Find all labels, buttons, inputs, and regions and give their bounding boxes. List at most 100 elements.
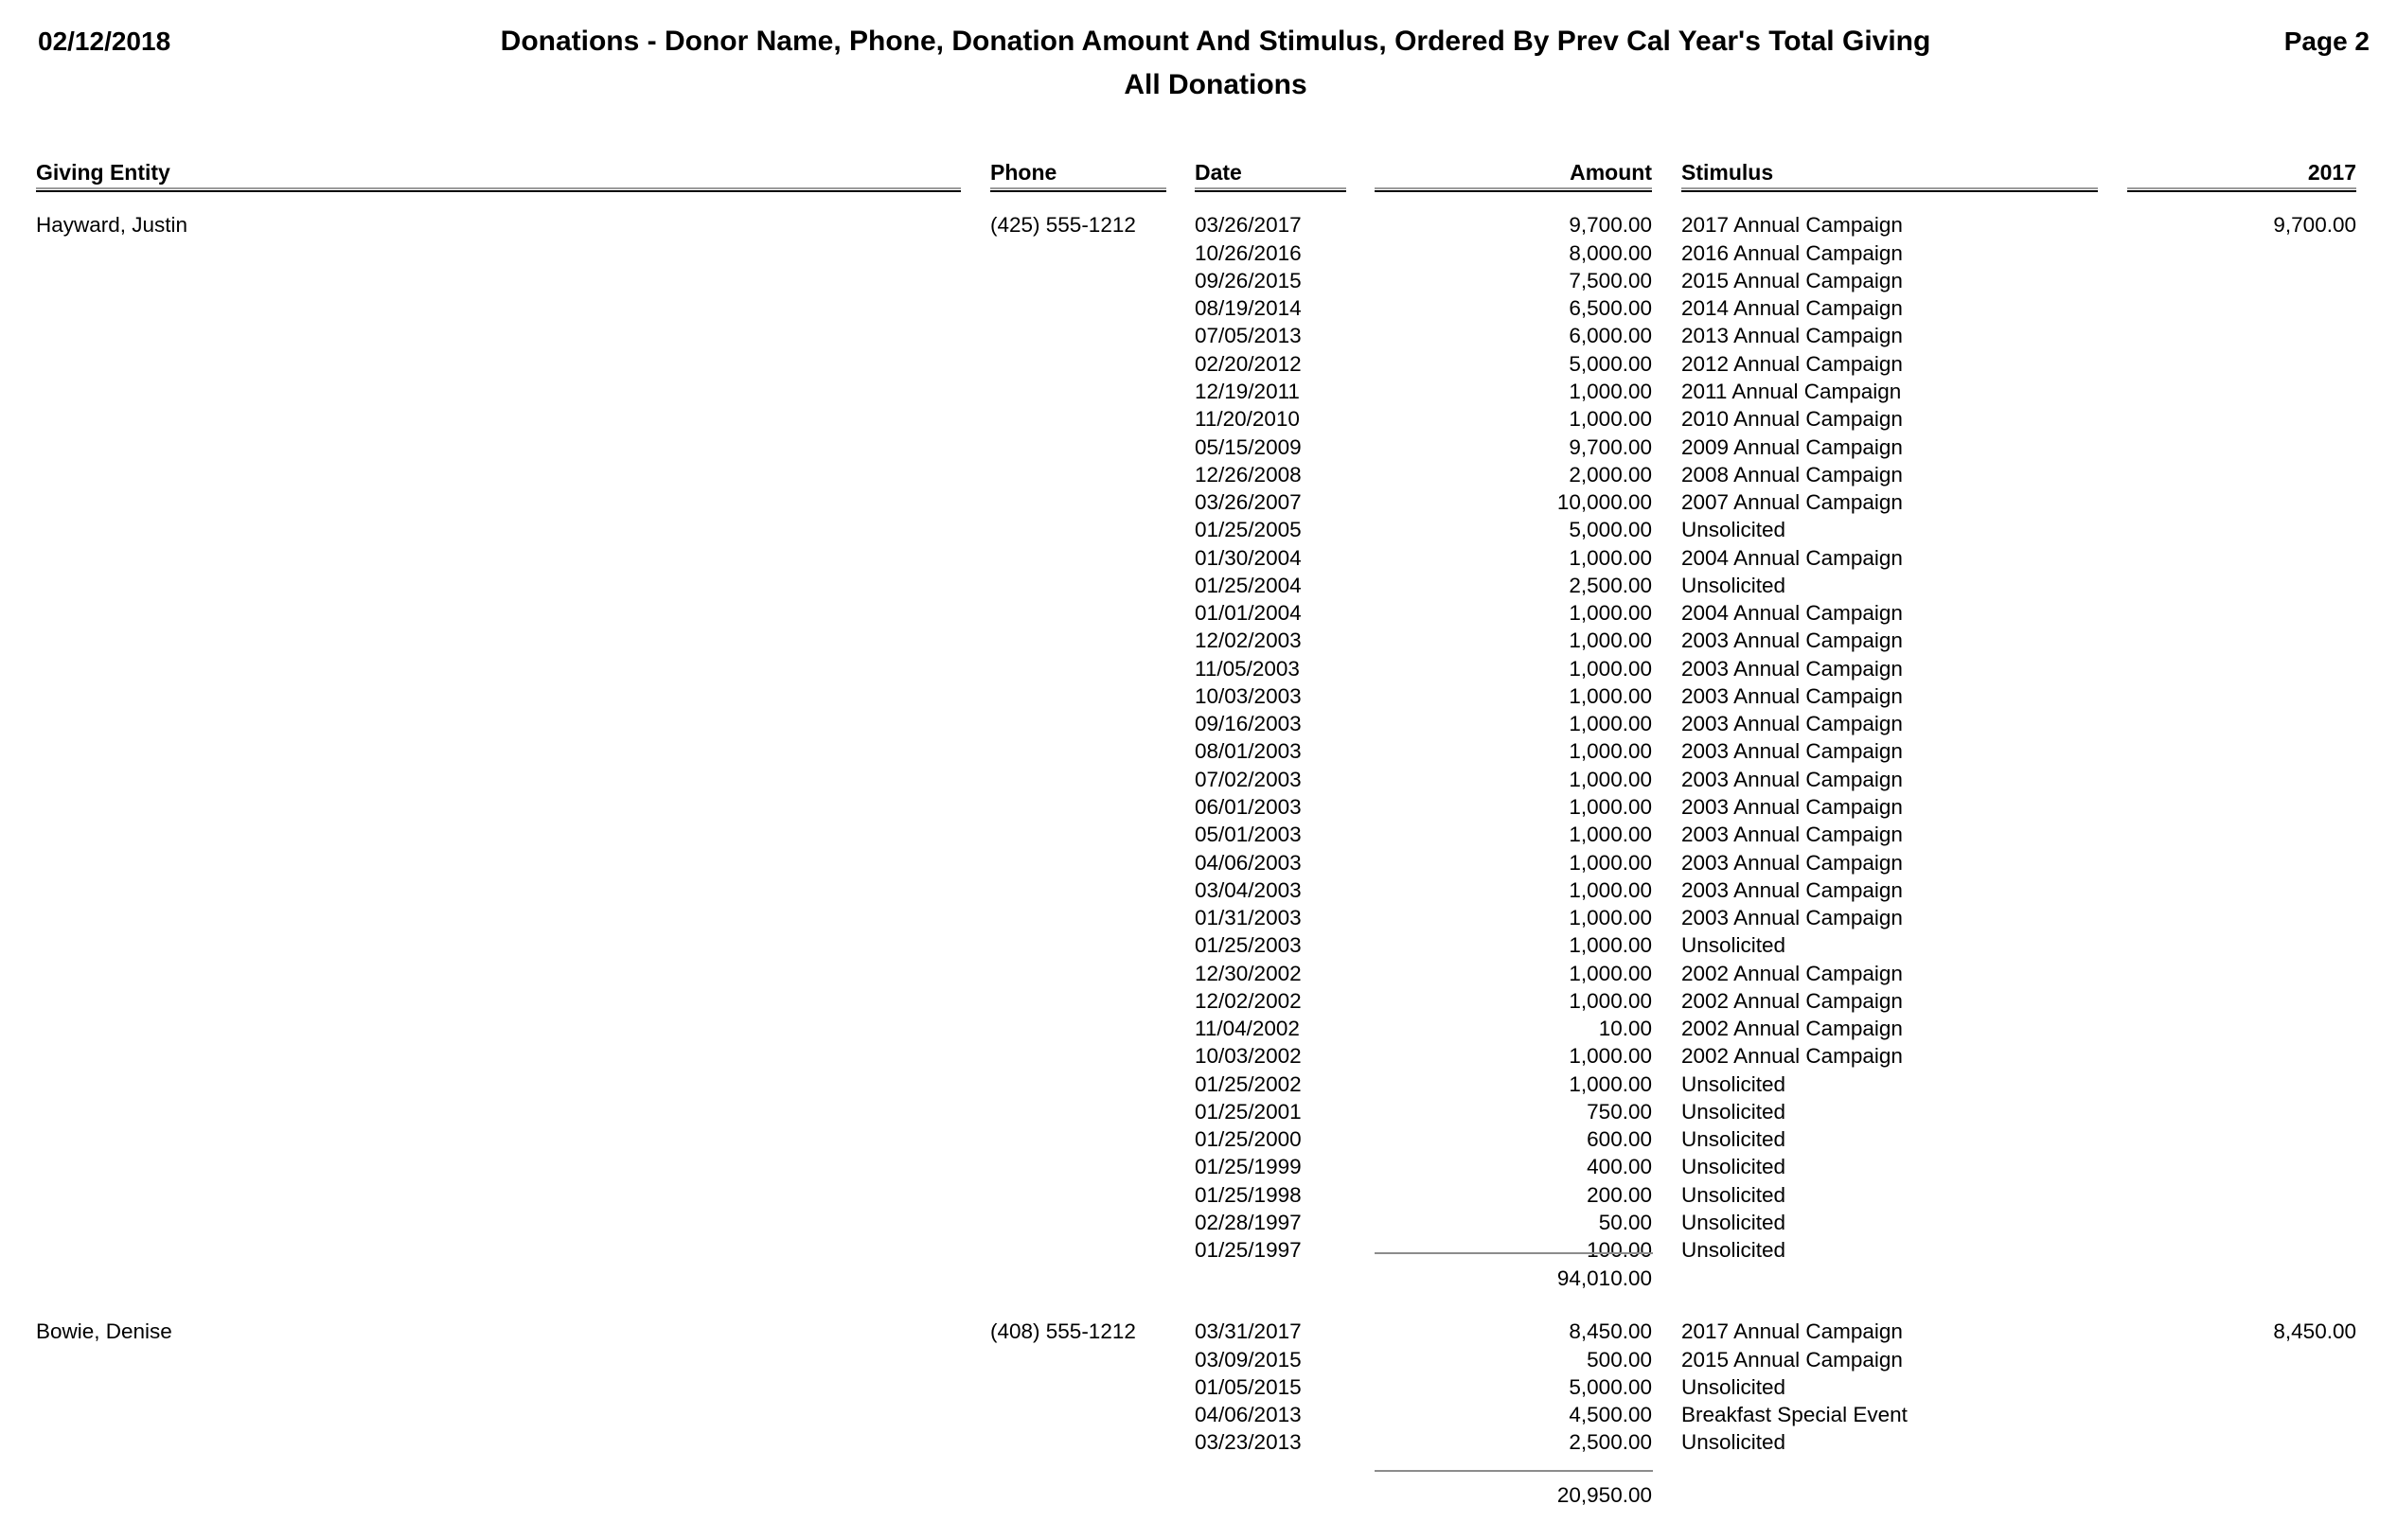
- column-underline: [1195, 187, 1346, 192]
- donation-date: 08/01/2003: [1195, 739, 1302, 764]
- donation-date: 01/25/1998: [1195, 1182, 1302, 1207]
- donation-date: 01/25/2005: [1195, 518, 1302, 542]
- donation-row: 01/25/2005 5,000.00 Unsolicited: [0, 516, 2397, 543]
- donation-stimulus: Unsolicited: [1681, 1430, 1786, 1455]
- donation-date: 12/19/2011: [1195, 379, 1300, 403]
- donation-row: 03/26/2017 9,700.00 2017 Annual Campaign: [0, 211, 2397, 239]
- donation-amount: 4,500.00: [1569, 1403, 1652, 1427]
- donation-row: 10/03/2002 1,000.00 2002 Annual Campaign: [0, 1042, 2397, 1070]
- donation-row: 03/23/2013 2,500.00 Unsolicited: [0, 1428, 2397, 1456]
- donation-date: 01/25/2004: [1195, 573, 1302, 597]
- donation-amount: 9,700.00: [1569, 434, 1652, 459]
- column-header-giving-entity: Giving Entity: [36, 160, 170, 185]
- donation-stimulus: 2003 Annual Campaign: [1681, 823, 1903, 847]
- donation-stimulus: Unsolicited: [1681, 1155, 1786, 1179]
- donation-list: 03/31/2017 8,450.00 2017 Annual Campaign 03…: [0, 1318, 2397, 1456]
- donation-stimulus: 2003 Annual Campaign: [1681, 850, 1903, 875]
- donation-date: 04/06/2013: [1195, 1403, 1302, 1427]
- donation-stimulus: 2003 Annual Campaign: [1681, 712, 1903, 736]
- donation-amount: 2,500.00: [1569, 573, 1652, 597]
- donation-date: 11/04/2002: [1195, 1017, 1300, 1041]
- report-subtitle: All Donations: [1124, 69, 1307, 100]
- donation-stimulus: 2003 Annual Campaign: [1681, 767, 1903, 791]
- donation-date: 02/20/2012: [1195, 351, 1302, 376]
- donation-amount: 500.00: [1587, 1347, 1652, 1372]
- donation-date: 11/20/2010: [1195, 407, 1300, 432]
- donation-row: 07/05/2013 6,000.00 2013 Annual Campaign: [0, 322, 2397, 349]
- donation-stimulus: 2014 Annual Campaign: [1681, 296, 1903, 321]
- donation-stimulus: 2015 Annual Campaign: [1681, 1347, 1903, 1372]
- donation-stimulus: 2010 Annual Campaign: [1681, 407, 1903, 432]
- donation-amount: 50.00: [1598, 1210, 1652, 1234]
- donation-amount: 1,000.00: [1569, 1044, 1652, 1069]
- donation-date: 06/01/2003: [1195, 794, 1302, 819]
- donation-stimulus: Breakfast Special Event: [1681, 1403, 1908, 1427]
- column-underline: [36, 187, 961, 192]
- donation-row: 03/04/2003 1,000.00 2003 Annual Campaign: [0, 876, 2397, 904]
- donation-row: 03/31/2017 8,450.00 2017 Annual Campaign: [0, 1318, 2397, 1345]
- donor-section: Bowie, Denise (408) 555-1212 8,450.00 03…: [0, 1318, 2397, 1507]
- donation-amount: 7,500.00: [1569, 268, 1652, 292]
- donation-stimulus: Unsolicited: [1681, 1238, 1786, 1263]
- donation-amount: 8,000.00: [1569, 240, 1652, 265]
- donation-stimulus: 2003 Annual Campaign: [1681, 628, 1903, 653]
- donation-amount: 6,000.00: [1569, 324, 1652, 348]
- donation-date: 08/19/2014: [1195, 296, 1302, 321]
- donation-stimulus: 2003 Annual Campaign: [1681, 906, 1903, 930]
- donation-date: 01/30/2004: [1195, 545, 1302, 570]
- donation-row: 05/01/2003 1,000.00 2003 Annual Campaign: [0, 821, 2397, 848]
- donation-stimulus: 2003 Annual Campaign: [1681, 683, 1903, 708]
- donation-amount: 200.00: [1587, 1182, 1652, 1207]
- donation-amount: 6,500.00: [1569, 296, 1652, 321]
- donation-amount: 1,000.00: [1569, 656, 1652, 681]
- donation-stimulus: 2016 Annual Campaign: [1681, 240, 1903, 265]
- donation-date: 01/31/2003: [1195, 906, 1302, 930]
- donation-amount: 1,000.00: [1569, 877, 1652, 902]
- donation-stimulus: 2003 Annual Campaign: [1681, 794, 1903, 819]
- donation-date: 12/02/2003: [1195, 628, 1302, 653]
- donation-amount: 100.00: [1587, 1238, 1652, 1263]
- donation-row: 04/06/2003 1,000.00 2003 Annual Campaign: [0, 849, 2397, 876]
- donation-date: 11/05/2003: [1195, 656, 1300, 681]
- donation-date: 03/23/2013: [1195, 1430, 1302, 1455]
- donation-date: 12/02/2002: [1195, 988, 1302, 1013]
- donation-row: 01/25/2003 1,000.00 Unsolicited: [0, 931, 2397, 959]
- donation-amount: 750.00: [1587, 1099, 1652, 1124]
- donation-row: 10/26/2016 8,000.00 2016 Annual Campaign: [0, 239, 2397, 267]
- donation-amount: 5,000.00: [1569, 351, 1652, 376]
- donation-stimulus: 2012 Annual Campaign: [1681, 351, 1903, 376]
- donor-total-row: 94,010.00: [0, 1265, 2397, 1292]
- donation-row: 08/19/2014 6,500.00 2014 Annual Campaign: [0, 294, 2397, 322]
- donation-stimulus: 2003 Annual Campaign: [1681, 877, 1903, 902]
- donation-row: 12/02/2002 1,000.00 2002 Annual Campaign: [0, 987, 2397, 1015]
- donor-total: 94,010.00: [1556, 1266, 1652, 1291]
- donation-row: 01/25/2002 1,000.00 Unsolicited: [0, 1071, 2397, 1098]
- donation-date: 03/31/2017: [1195, 1319, 1302, 1344]
- donation-stimulus: 2002 Annual Campaign: [1681, 988, 1903, 1013]
- donation-amount: 8,450.00: [1569, 1319, 1652, 1344]
- column-header-phone: Phone: [990, 160, 1057, 185]
- donation-amount: 1,000.00: [1569, 850, 1652, 875]
- donation-date: 01/01/2004: [1195, 601, 1302, 626]
- donation-date: 03/09/2015: [1195, 1347, 1302, 1372]
- donation-amount: 1,000.00: [1569, 961, 1652, 985]
- column-header-stimulus: Stimulus: [1681, 160, 1774, 185]
- donation-date: 10/26/2016: [1195, 240, 1302, 265]
- donation-row: 01/25/1999 400.00 Unsolicited: [0, 1153, 2397, 1180]
- donation-amount: 5,000.00: [1569, 518, 1652, 542]
- donation-date: 09/16/2003: [1195, 712, 1302, 736]
- donation-row: 07/02/2003 1,000.00 2003 Annual Campaign: [0, 766, 2397, 793]
- donation-date: 03/26/2017: [1195, 213, 1302, 238]
- donation-date: 05/15/2009: [1195, 434, 1302, 459]
- total-divider: [1375, 1251, 1653, 1254]
- donation-date: 12/26/2008: [1195, 462, 1302, 487]
- donation-amount: 1,000.00: [1569, 545, 1652, 570]
- donation-row: 10/03/2003 1,000.00 2003 Annual Campaign: [0, 682, 2397, 710]
- donation-amount: 1,000.00: [1569, 823, 1652, 847]
- donation-stimulus: 2002 Annual Campaign: [1681, 1044, 1903, 1069]
- donation-row: 01/25/2004 2,500.00 Unsolicited: [0, 572, 2397, 599]
- donation-amount: 1,000.00: [1569, 794, 1652, 819]
- donation-date: 05/01/2003: [1195, 823, 1302, 847]
- donation-row: 09/16/2003 1,000.00 2003 Annual Campaign: [0, 710, 2397, 737]
- donation-stimulus: Unsolicited: [1681, 1210, 1786, 1234]
